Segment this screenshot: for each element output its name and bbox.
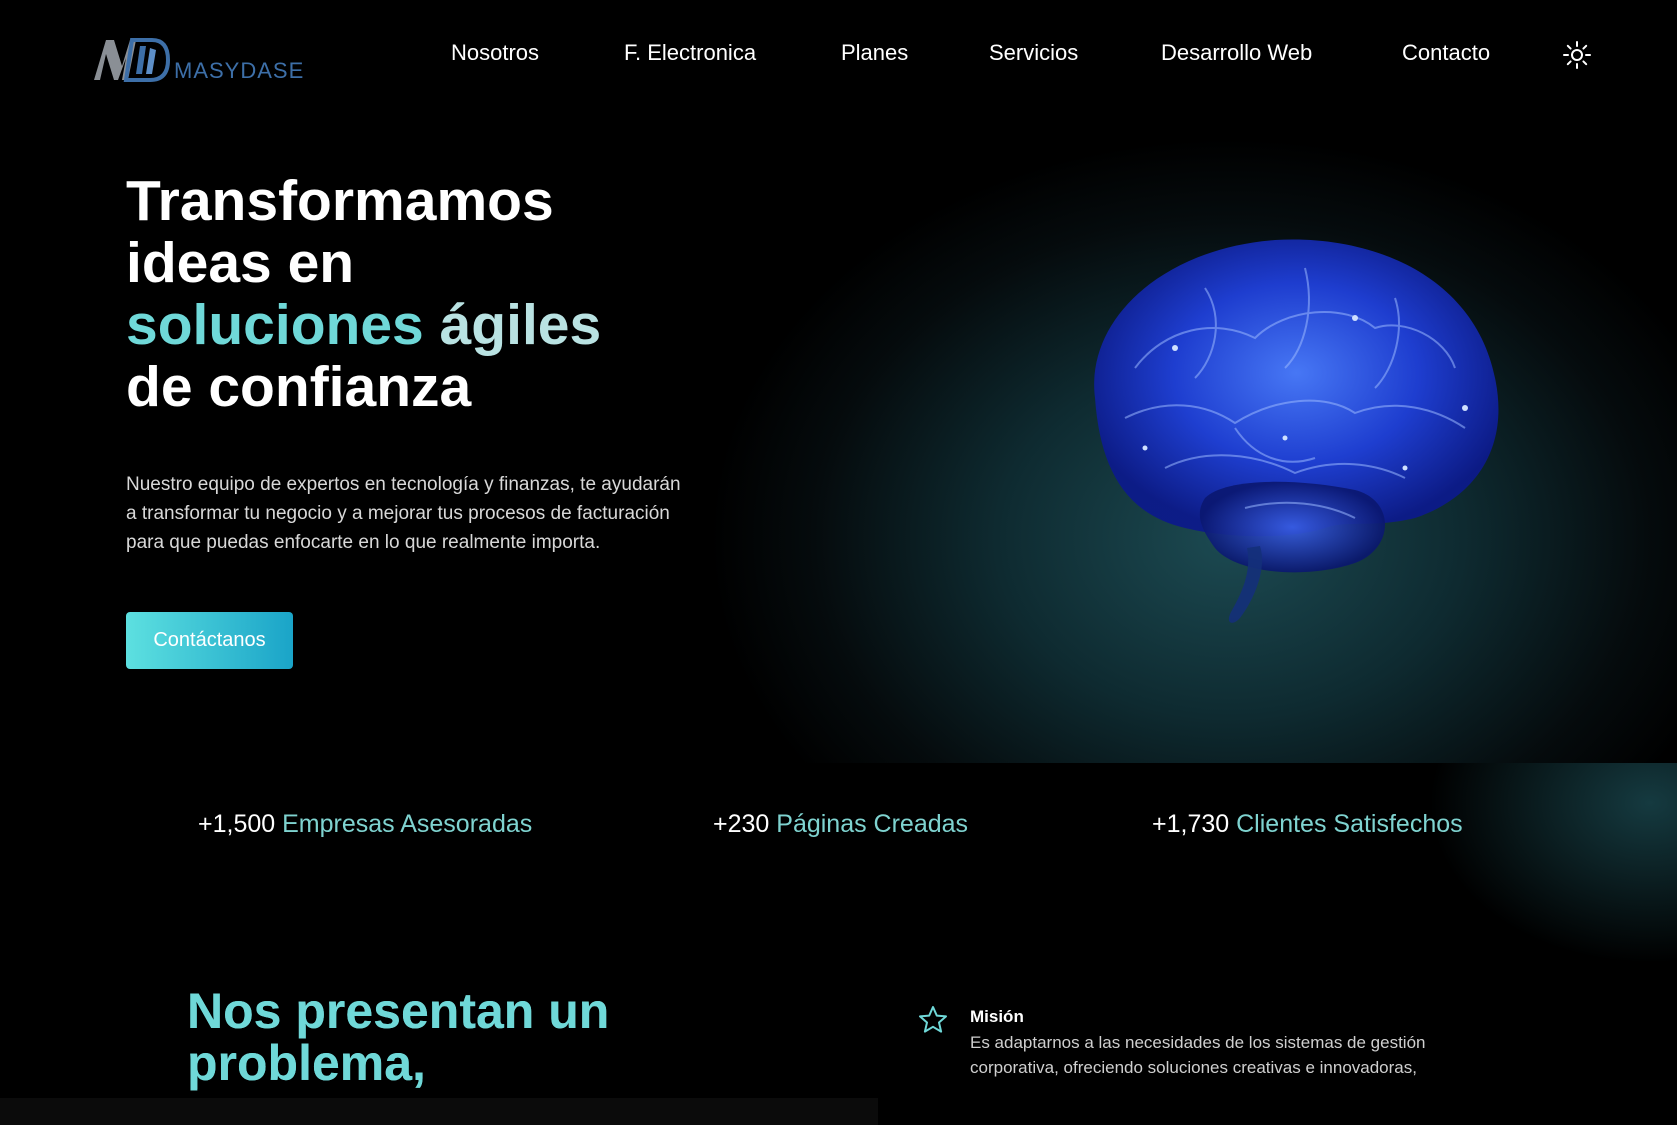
brand-name: MASYDASE: [174, 58, 305, 83]
stat-number: +230: [713, 810, 770, 838]
bottom-border-left: [0, 1098, 878, 1125]
about-title-line1: Nos presentan un: [187, 983, 610, 1039]
stat-label: Clientes Satisfechos: [1236, 810, 1463, 838]
nav-item-nosotros[interactable]: Nosotros: [451, 40, 539, 66]
site-header: MASYDASE Nosotros F. Electronica Planes …: [0, 0, 1677, 118]
hero-title: Transformamos ideas en soluciones ágiles…: [126, 170, 601, 418]
theme-toggle-button[interactable]: [1562, 40, 1592, 70]
stats-glow: [1420, 763, 1677, 963]
nav-item-contacto[interactable]: Contacto: [1402, 40, 1490, 66]
hero-title-accent1: soluciones: [126, 293, 424, 357]
stat-empresas: +1,500 Empresas Asesoradas: [198, 810, 532, 839]
stat-paginas: +230 Páginas Creadas: [713, 810, 968, 839]
stat-label: Páginas Creadas: [776, 810, 969, 838]
star-icon: [917, 1004, 949, 1036]
nav-item-facturacion-electronica[interactable]: F. Electronica: [624, 40, 756, 66]
hero-title-accent2: ágiles: [439, 293, 602, 357]
nav-item-planes[interactable]: Planes: [841, 40, 908, 66]
hero-title-line2: ideas en: [126, 231, 355, 295]
about-title: Nos presentan un problema,: [187, 985, 609, 1089]
hero-title-line4: de confianza: [126, 355, 472, 419]
hero-title-line1: Transformamos: [126, 169, 554, 233]
stat-number: +1,500: [198, 810, 276, 838]
brand-logo[interactable]: MASYDASE: [92, 36, 303, 86]
sun-icon: [1563, 41, 1591, 69]
logo-mark-icon: [94, 38, 170, 82]
stat-label: Empresas Asesoradas: [282, 810, 533, 838]
nav-item-desarrollo-web[interactable]: Desarrollo Web: [1161, 40, 1312, 66]
about-title-line2: problema,: [187, 1035, 426, 1091]
nav-item-servicios[interactable]: Servicios: [989, 40, 1078, 66]
brain-illustration: [1055, 228, 1515, 638]
stat-number: +1,730: [1152, 810, 1230, 838]
mission-label: Misión: [970, 1007, 1024, 1026]
mission-text: Es adaptarnos a las necesidades de los s…: [970, 1033, 1426, 1077]
contact-cta-button[interactable]: Contáctanos: [126, 612, 293, 669]
stat-clientes: +1,730 Clientes Satisfechos: [1152, 810, 1463, 839]
hero-description: Nuestro equipo de expertos en tecnología…: [126, 474, 681, 553]
